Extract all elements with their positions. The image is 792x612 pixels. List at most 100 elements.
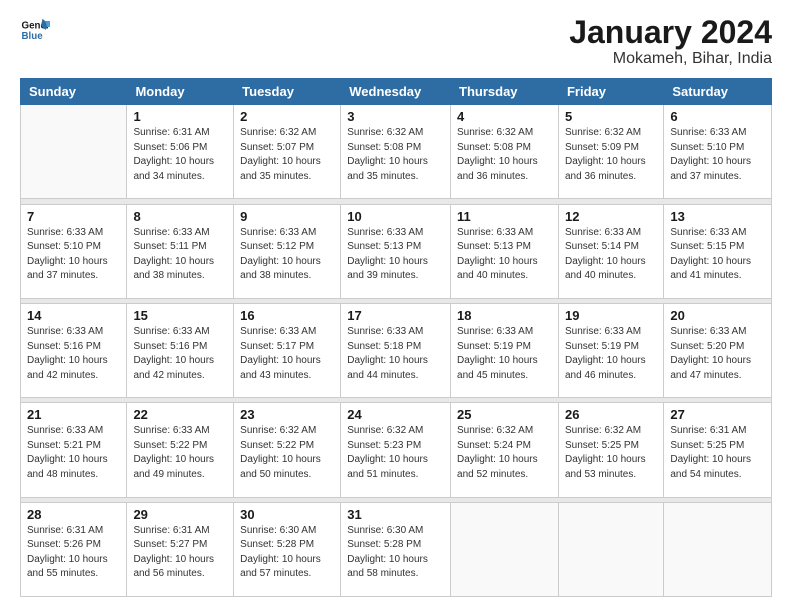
- day-number: 1: [133, 109, 227, 124]
- day-info: Sunrise: 6:33 AMSunset: 5:14 PMDaylight:…: [565, 226, 657, 284]
- weekday-header: Thursday: [451, 79, 559, 105]
- svg-text:Blue: Blue: [22, 31, 44, 42]
- main-title: January 2024: [569, 15, 772, 50]
- calendar-cell: 24 Sunrise: 6:32 AMSunset: 5:23 PMDayligh…: [341, 403, 451, 497]
- calendar-cell: 3 Sunrise: 6:32 AMSunset: 5:08 PMDaylight…: [341, 105, 451, 199]
- day-info: Sunrise: 6:32 AMSunset: 5:22 PMDaylight:…: [240, 424, 334, 482]
- calendar-cell: 9 Sunrise: 6:33 AMSunset: 5:12 PMDaylight…: [234, 204, 341, 298]
- day-number: 11: [457, 209, 552, 224]
- day-info: Sunrise: 6:30 AMSunset: 5:28 PMDaylight:…: [240, 524, 334, 582]
- day-info: Sunrise: 6:33 AMSunset: 5:19 PMDaylight:…: [565, 325, 657, 383]
- weekday-header: Friday: [558, 79, 663, 105]
- day-number: 8: [133, 209, 227, 224]
- day-info: Sunrise: 6:33 AMSunset: 5:13 PMDaylight:…: [347, 226, 444, 284]
- day-info: Sunrise: 6:32 AMSunset: 5:09 PMDaylight:…: [565, 126, 657, 184]
- day-info: Sunrise: 6:31 AMSunset: 5:27 PMDaylight:…: [133, 524, 227, 582]
- calendar-cell: 19Sunrise: 6:33 AMSunset: 5:19 PMDayligh…: [558, 304, 663, 398]
- day-info: Sunrise: 6:32 AMSunset: 5:08 PMDaylight:…: [347, 126, 444, 184]
- day-number: 3: [347, 109, 444, 124]
- page: General Blue January 2024 Mokameh, Bihar…: [0, 0, 792, 612]
- calendar-cell: 1 Sunrise: 6:31 AMSunset: 5:06 PMDaylight…: [127, 105, 234, 199]
- calendar-cell: 20 Sunrise: 6:33 AMSunset: 5:20 PMDayligh…: [664, 304, 772, 398]
- calendar-cell: 4 Sunrise: 6:32 AMSunset: 5:08 PMDaylight…: [451, 105, 559, 199]
- title-area: January 2024 Mokameh, Bihar, India: [569, 15, 772, 68]
- calendar-cell: 16 Sunrise: 6:33 AMSunset: 5:17 PMDayligh…: [234, 304, 341, 398]
- day-number: 17: [347, 308, 444, 323]
- day-info: Sunrise: 6:30 AMSunset: 5:28 PMDaylight:…: [347, 524, 444, 582]
- calendar-cell: 14 Sunrise: 6:33 AMSunset: 5:16 PMDayligh…: [21, 304, 127, 398]
- day-info: Sunrise: 6:33 AMSunset: 5:20 PMDaylight:…: [670, 325, 765, 383]
- day-info: Sunrise: 6:32 AMSunset: 5:24 PMDaylight:…: [457, 424, 552, 482]
- day-number: 14: [27, 308, 120, 323]
- calendar-cell: 10 Sunrise: 6:33 AMSunset: 5:13 PMDayligh…: [341, 204, 451, 298]
- day-info: Sunrise: 6:32 AMSunset: 5:07 PMDaylight:…: [240, 126, 334, 184]
- day-number: 29: [133, 507, 227, 522]
- subtitle: Mokameh, Bihar, India: [569, 50, 772, 68]
- day-info: Sunrise: 6:33 AMSunset: 5:15 PMDaylight:…: [670, 226, 765, 284]
- calendar-cell: 21 Sunrise: 6:33 AMSunset: 5:21 PMDayligh…: [21, 403, 127, 497]
- logo: General Blue: [20, 15, 50, 45]
- calendar-cell: 22 Sunrise: 6:33 AMSunset: 5:22 PMDayligh…: [127, 403, 234, 497]
- day-info: Sunrise: 6:31 AMSunset: 5:06 PMDaylight:…: [133, 126, 227, 184]
- week-row: 14 Sunrise: 6:33 AMSunset: 5:16 PMDayligh…: [21, 304, 772, 398]
- day-info: Sunrise: 6:31 AMSunset: 5:25 PMDaylight:…: [670, 424, 765, 482]
- day-number: 23: [240, 407, 334, 422]
- calendar-cell: 23 Sunrise: 6:32 AMSunset: 5:22 PMDayligh…: [234, 403, 341, 497]
- calendar-cell: 18 Sunrise: 6:33 AMSunset: 5:19 PMDayligh…: [451, 304, 559, 398]
- day-number: 26: [565, 407, 657, 422]
- week-row: 1 Sunrise: 6:31 AMSunset: 5:06 PMDaylight…: [21, 105, 772, 199]
- day-number: 31: [347, 507, 444, 522]
- day-number: 13: [670, 209, 765, 224]
- calendar-cell: 29 Sunrise: 6:31 AMSunset: 5:27 PMDayligh…: [127, 502, 234, 596]
- day-info: Sunrise: 6:32 AMSunset: 5:23 PMDaylight:…: [347, 424, 444, 482]
- week-row: 28Sunrise: 6:31 AMSunset: 5:26 PMDayligh…: [21, 502, 772, 596]
- day-info: Sunrise: 6:33 AMSunset: 5:17 PMDaylight:…: [240, 325, 334, 383]
- day-number: 21: [27, 407, 120, 422]
- day-number: 24: [347, 407, 444, 422]
- calendar-cell: 28Sunrise: 6:31 AMSunset: 5:26 PMDayligh…: [21, 502, 127, 596]
- day-number: 10: [347, 209, 444, 224]
- day-info: Sunrise: 6:33 AMSunset: 5:21 PMDaylight:…: [27, 424, 120, 482]
- day-info: Sunrise: 6:33 AMSunset: 5:13 PMDaylight:…: [457, 226, 552, 284]
- calendar-cell: 8Sunrise: 6:33 AMSunset: 5:11 PMDaylight…: [127, 204, 234, 298]
- calendar-cell: 26 Sunrise: 6:32 AMSunset: 5:25 PMDayligh…: [558, 403, 663, 497]
- day-info: Sunrise: 6:32 AMSunset: 5:25 PMDaylight:…: [565, 424, 657, 482]
- day-number: 15: [133, 308, 227, 323]
- day-number: 28: [27, 507, 120, 522]
- weekday-header: Saturday: [664, 79, 772, 105]
- day-info: Sunrise: 6:33 AMSunset: 5:16 PMDaylight:…: [27, 325, 120, 383]
- day-number: 4: [457, 109, 552, 124]
- day-number: 7: [27, 209, 120, 224]
- calendar-cell: [451, 502, 559, 596]
- day-info: Sunrise: 6:32 AMSunset: 5:08 PMDaylight:…: [457, 126, 552, 184]
- day-info: Sunrise: 6:33 AMSunset: 5:22 PMDaylight:…: [133, 424, 227, 482]
- calendar-cell: 5Sunrise: 6:32 AMSunset: 5:09 PMDaylight…: [558, 105, 663, 199]
- logo-icon: General Blue: [20, 15, 50, 45]
- day-number: 22: [133, 407, 227, 422]
- calendar-cell: 12 Sunrise: 6:33 AMSunset: 5:14 PMDayligh…: [558, 204, 663, 298]
- calendar-cell: 13 Sunrise: 6:33 AMSunset: 5:15 PMDayligh…: [664, 204, 772, 298]
- day-number: 16: [240, 308, 334, 323]
- calendar-cell: [21, 105, 127, 199]
- day-number: 27: [670, 407, 765, 422]
- day-number: 6: [670, 109, 765, 124]
- weekday-header: Monday: [127, 79, 234, 105]
- day-number: 18: [457, 308, 552, 323]
- day-number: 9: [240, 209, 334, 224]
- calendar-cell: 2Sunrise: 6:32 AMSunset: 5:07 PMDaylight…: [234, 105, 341, 199]
- calendar-cell: 31 Sunrise: 6:30 AMSunset: 5:28 PMDayligh…: [341, 502, 451, 596]
- day-info: Sunrise: 6:33 AMSunset: 5:18 PMDaylight:…: [347, 325, 444, 383]
- day-number: 30: [240, 507, 334, 522]
- weekday-header-row: SundayMondayTuesdayWednesdayThursdayFrid…: [21, 79, 772, 105]
- calendar-cell: 30 Sunrise: 6:30 AMSunset: 5:28 PMDayligh…: [234, 502, 341, 596]
- calendar-cell: 11 Sunrise: 6:33 AMSunset: 5:13 PMDayligh…: [451, 204, 559, 298]
- day-info: Sunrise: 6:33 AMSunset: 5:19 PMDaylight:…: [457, 325, 552, 383]
- day-info: Sunrise: 6:33 AMSunset: 5:10 PMDaylight:…: [27, 226, 120, 284]
- weekday-header: Wednesday: [341, 79, 451, 105]
- day-number: 12: [565, 209, 657, 224]
- day-number: 25: [457, 407, 552, 422]
- day-number: 20: [670, 308, 765, 323]
- day-info: Sunrise: 6:33 AMSunset: 5:16 PMDaylight:…: [133, 325, 227, 383]
- calendar-cell: [664, 502, 772, 596]
- day-info: Sunrise: 6:33 AMSunset: 5:12 PMDaylight:…: [240, 226, 334, 284]
